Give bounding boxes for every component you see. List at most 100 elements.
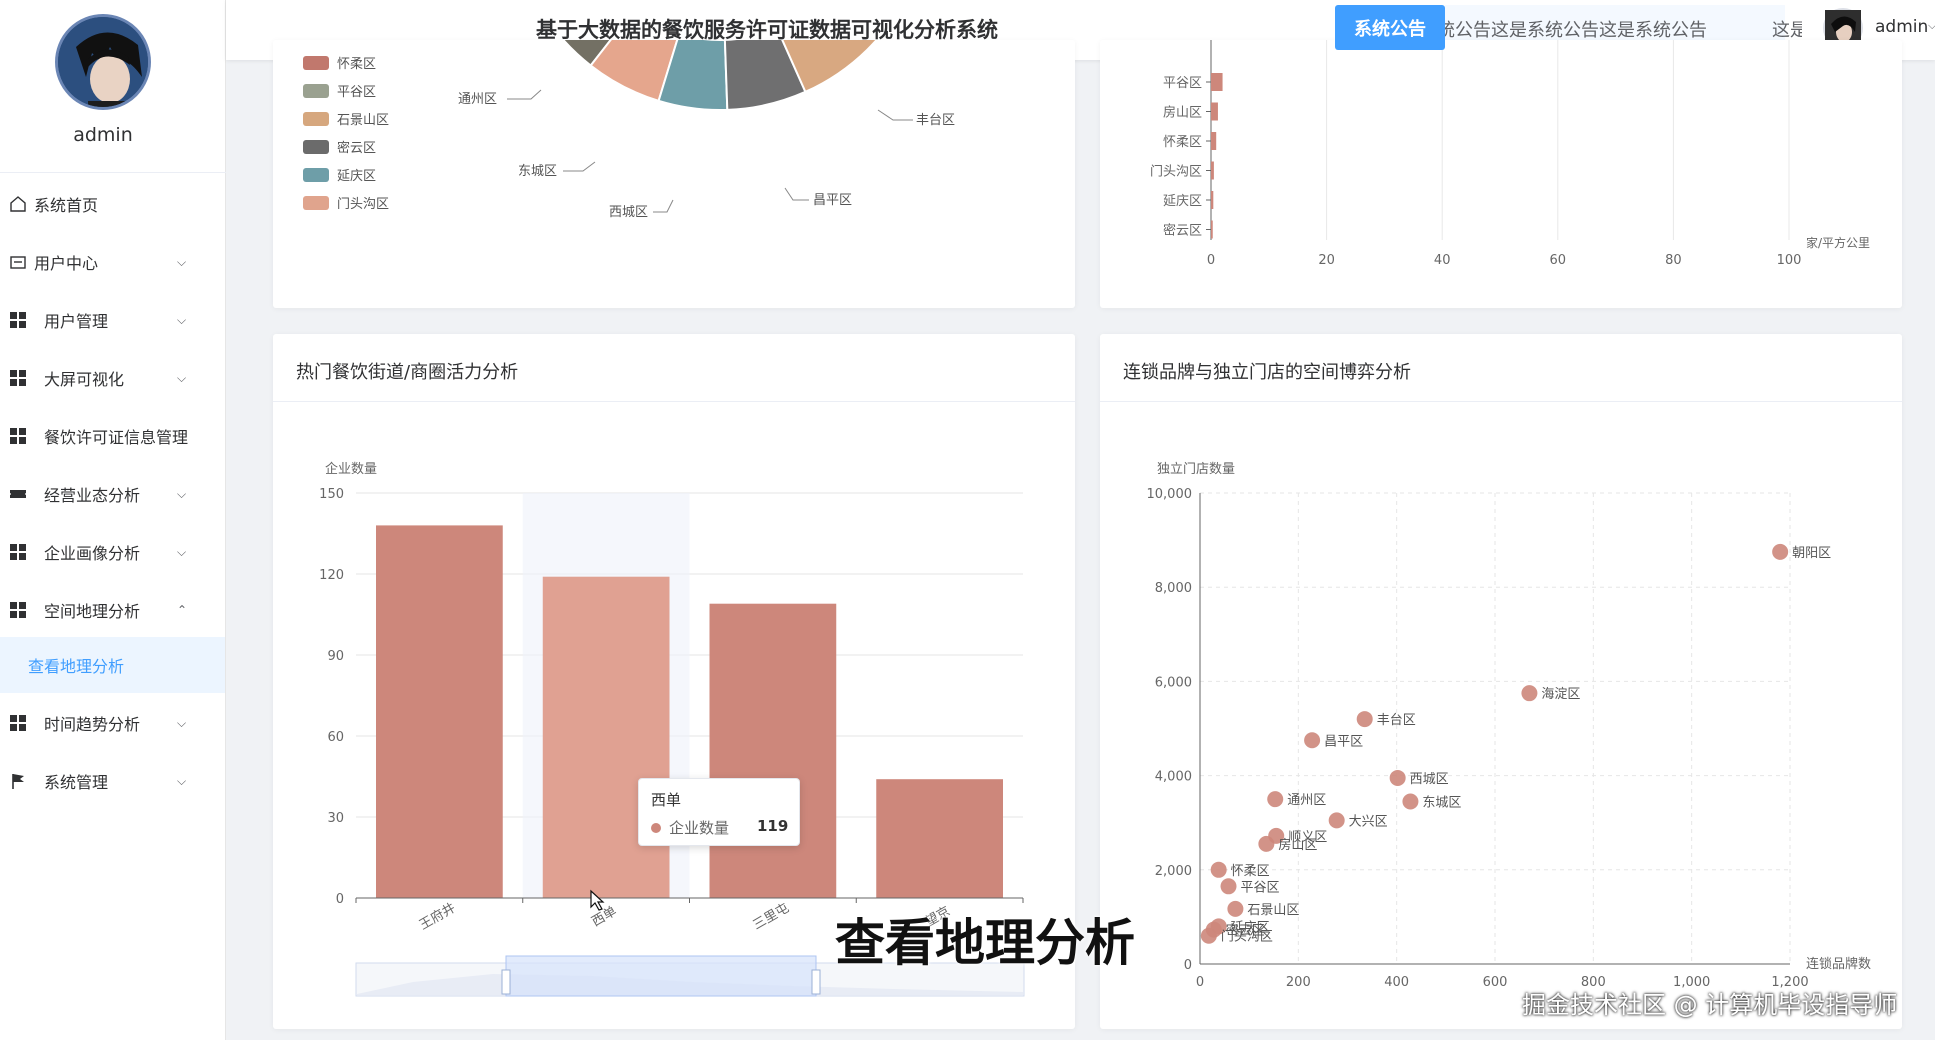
y-tick-label: 怀柔区 [1163,135,1202,150]
scatter-point-label: 房山区 [1278,837,1317,853]
scatter-chart-card: 连锁品牌与独立门店的空间博弈分析 独立门店数量 0 2,000 4,000 6,000 8… [1100,334,1902,1029]
x-axis-label: 连锁品牌数 [1806,956,1871,972]
submenu-item-view-geo-analysis[interactable]: 查看地理分析 [0,637,225,693]
y-tick-label: 房山区 [1163,105,1202,121]
menu-label: 系统首页 [34,196,99,215]
x-tick-label: 王府井 [417,901,458,933]
menu-label: 时间趋势分析 [44,715,141,734]
density-bar [1211,191,1214,209]
x-axis-unit: 家/平方公里 [1806,235,1870,250]
legend-swatch [303,196,329,210]
tooltip-series-name: 企业数量 [669,819,730,837]
datazoom-handle-right[interactable] [811,969,821,995]
grid-icon [9,369,27,387]
chevron-down-icon: ⌵ [177,312,187,327]
menu-item-enterprise-profile[interactable]: 企业画像分析 ⌵ [0,523,225,581]
x-tick-label: 80 [1665,253,1682,268]
legend-label: 门头沟区 [337,197,389,212]
density-bar-card: 0 20 40 60 80 100 家/平方公里 平谷区 房山区 怀柔区 门头沟区 延庆区 密云区 [1100,40,1902,308]
notice-badge[interactable]: 系统公告 [1335,5,1445,50]
datazoom-window[interactable] [505,955,817,997]
flag-icon [9,772,27,790]
menu-item-business-type[interactable]: 经营业态分析 ⌵ [0,465,225,523]
legend-label: 密云区 [337,140,376,156]
submenu-label: 查看地理分析 [28,657,125,676]
chevron-down-icon: ⌵ [177,715,187,730]
menu-label: 大屏可视化 [44,370,125,389]
menu-item-user-center[interactable]: 用户中心 ⌵ [0,233,225,291]
scatter-point [1267,791,1284,808]
menu-item-big-screen[interactable]: 大屏可视化 ⌵ [0,349,225,407]
grid-icon [9,311,27,329]
pie-slice-label: 通州区 [458,92,497,107]
density-bar [1211,132,1217,150]
chevron-down-icon: ⌵ [177,370,187,385]
legend-swatch [303,112,329,126]
id-card-icon [9,253,27,271]
scatter-point-label: 通州区 [1287,793,1326,808]
scatter-point-label: 昌平区 [1324,734,1363,749]
scatter-point-label: 平谷区 [1241,880,1280,895]
menu-item-home[interactable]: 系统首页 [0,175,225,233]
chevron-down-icon: ⌵ [177,254,187,269]
legend-label: 平谷区 [337,85,376,100]
tooltip-series-dot [651,823,661,833]
pie-slice-label: 丰台区 [916,113,955,128]
menu-item-user-management[interactable]: 用户管理 ⌵ [0,291,225,349]
y-tick-label: 2,000 [1155,864,1192,879]
chevron-down-icon: ⌵ [177,773,187,788]
y-tick-label: 8,000 [1155,581,1192,596]
scatter-point-label: 海淀区 [1541,687,1580,702]
y-tick-label: 6,000 [1155,675,1192,690]
x-tick-label: 200 [1286,975,1311,990]
legend-swatch [303,140,329,154]
pie-slice-label: 东城区 [518,164,557,179]
grid-icon [9,714,27,732]
sidebar: admin 系统首页 用户中心 ⌵ 用户管理 ⌵ 大屏可视化 ⌵ 餐饮许可证信息… [0,0,226,1040]
menu-item-license-management[interactable]: 餐饮许可证信息管理 [0,407,225,465]
scatter-point [1227,900,1244,917]
pie-slice-label: 昌平区 [813,193,852,208]
user-name[interactable]: admin [1875,17,1928,37]
density-bar [1211,220,1213,239]
avatar[interactable] [55,14,151,110]
x-tick-label: 20 [1318,253,1335,268]
chevron-up-icon: ⌃ [177,603,188,617]
menu-label: 经营业态分析 [44,486,141,505]
notice-text-tail: 这是 [1772,20,1802,41]
legend-swatch [303,168,329,182]
y-tick-label: 30 [327,811,344,826]
y-tick-label: 90 [327,649,344,664]
scatter-point [1402,793,1419,810]
y-tick-label: 10,000 [1147,487,1193,502]
menu-label: 用户管理 [44,312,109,331]
y-axis-label: 企业数量 [325,461,377,477]
sidebar-username: admin [73,124,133,146]
ticket-icon [9,485,27,503]
scatter-chart: 独立门店数量 0 2,000 4,000 6,000 8,000 10,000 0 200 400… [1147,462,1872,990]
pie-leader-line [877,109,913,121]
scatter-point-label: 朝阳区 [1792,546,1831,561]
tooltip-title: 西单 [651,791,682,809]
menu-item-time-trend[interactable]: 时间趋势分析 ⌵ [0,694,225,752]
x-tick-label: 600 [1483,975,1508,990]
chevron-down-icon[interactable]: ⌵ [1928,19,1935,33]
x-tick-label: 60 [1550,253,1567,268]
legend-label: 延庆区 [337,169,376,184]
y-tick-label: 150 [319,487,344,502]
notice-text: 统公告这是系统公告这是系统公告 [1445,20,1707,41]
density-bar [1211,161,1214,180]
grid-icon [9,543,27,561]
y-tick-label: 密云区 [1163,223,1202,239]
legend-label: 石景山区 [337,113,389,128]
legend-label: 怀柔区 [337,57,376,72]
density-bar [1211,73,1223,91]
scatter-point-label: 门头沟区 [1221,930,1273,945]
bar [876,779,1003,898]
menu-item-system-management[interactable]: 系统管理 ⌵ [0,752,225,810]
y-tick-label: 60 [327,730,344,745]
y-tick-label: 4,000 [1155,770,1192,785]
datazoom-handle-left[interactable] [501,969,511,995]
x-tick-label: 三里屯 [750,901,791,933]
menu-item-spatial-analysis[interactable]: 空间地理分析 ⌃ [0,581,225,639]
